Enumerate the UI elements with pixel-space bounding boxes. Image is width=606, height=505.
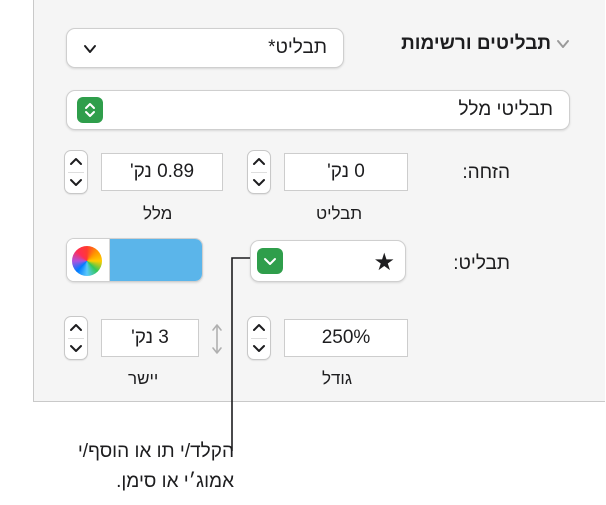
bullet-label: תבליט:	[453, 253, 510, 274]
bullet-type-value: תבליטי מלל	[458, 99, 553, 120]
size-stepper[interactable]	[247, 316, 271, 360]
bullet-char-field[interactable]: ★	[250, 240, 406, 282]
indent-label: הזחה:	[462, 162, 510, 183]
bullet-indent-caption: תבליט	[316, 204, 363, 223]
bullet-indent-field[interactable]: 0 נק'	[284, 153, 408, 191]
chevron-down-icon[interactable]	[556, 37, 570, 51]
text-indent-stepper[interactable]	[64, 150, 88, 194]
align-caption: יישר	[128, 369, 159, 388]
color-swatch[interactable]	[110, 239, 202, 281]
align-stepper[interactable]	[64, 316, 88, 360]
align-field[interactable]: 3 נק'	[101, 319, 199, 357]
bullet-color-well[interactable]	[66, 238, 203, 282]
section-title[interactable]: תבליטים ורשימות	[401, 33, 551, 55]
callout-line-2: אמוג׳י או סימן.	[116, 471, 234, 492]
updown-chevron-icon	[77, 97, 103, 123]
list-style-popup[interactable]: תבליט*	[66, 28, 344, 68]
vertical-align-icon	[212, 324, 222, 354]
color-wheel-icon[interactable]	[72, 246, 102, 276]
bullet-type-popup[interactable]: תבליטי מלל	[66, 90, 570, 130]
text-indent-caption: מלל	[143, 204, 173, 223]
list-style-value: תבליט*	[268, 37, 327, 58]
chevron-down-icon[interactable]	[257, 248, 283, 274]
size-field[interactable]: 250%	[284, 319, 408, 357]
callout-text: הקלד/י תו או הוסף/י אמוג׳י או סימן.	[34, 437, 234, 497]
callout-line-1: הקלד/י תו או הוסף/י	[77, 441, 234, 462]
bullet-indent-stepper[interactable]	[247, 150, 271, 194]
size-caption: גודל	[322, 369, 353, 388]
text-indent-field[interactable]: 0.89 נק'	[101, 153, 223, 191]
chevron-down-icon	[84, 45, 96, 53]
bullet-char: ★	[373, 249, 395, 276]
